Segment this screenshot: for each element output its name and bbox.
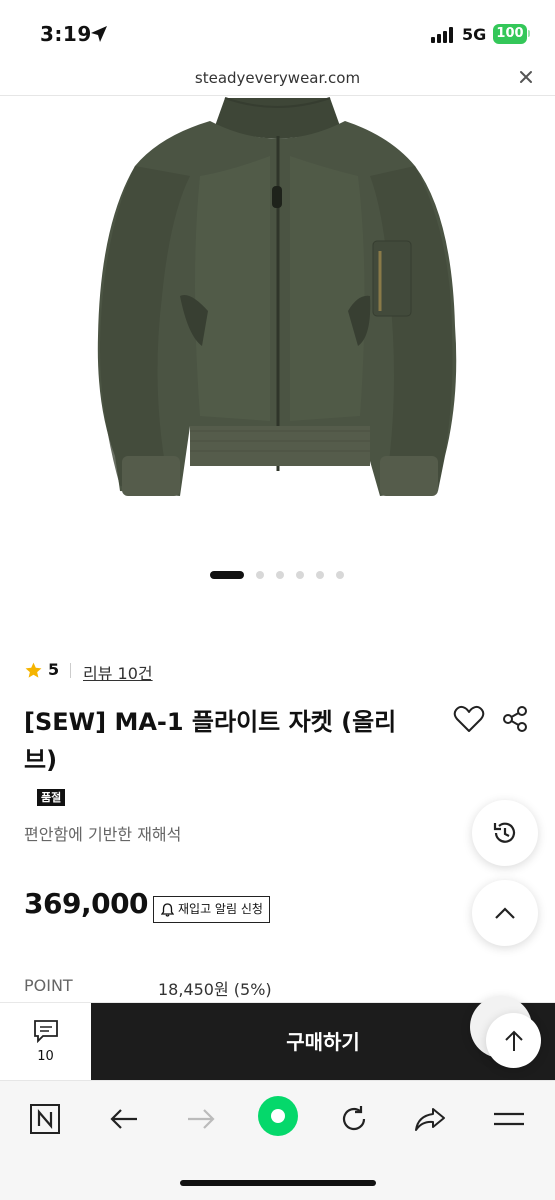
comment-button[interactable]: 10 xyxy=(0,1003,91,1081)
battery-indicator: 100 xyxy=(493,24,527,44)
carousel-pager[interactable] xyxy=(210,570,360,579)
pager-dot[interactable] xyxy=(256,571,264,579)
rating-value: 5 xyxy=(48,660,60,679)
bell-icon xyxy=(161,903,174,917)
history-icon xyxy=(493,822,516,843)
pager-dot[interactable] xyxy=(276,571,284,579)
star-icon xyxy=(25,662,42,678)
home-indicator xyxy=(180,1180,376,1186)
url-bar[interactable]: steadyeverywear.com xyxy=(0,62,555,96)
product-subtitle: 편안함에 기반한 재해석 xyxy=(24,825,182,844)
menu-icon xyxy=(494,1112,524,1126)
refresh-icon xyxy=(342,1106,366,1131)
url-text[interactable]: steadyeverywear.com xyxy=(0,69,555,87)
product-image[interactable] xyxy=(40,96,515,526)
soldout-badge: 품절 xyxy=(37,789,66,806)
restock-alert-button[interactable]: 재입고 알림 신청 xyxy=(153,896,270,923)
comment-icon xyxy=(34,1020,58,1043)
divider xyxy=(70,663,71,678)
network-type: 5G xyxy=(462,25,487,44)
scroll-top-button[interactable] xyxy=(486,1013,541,1068)
arrow-up-icon xyxy=(504,1030,523,1051)
point-value: 18,450원 (5%) xyxy=(158,980,272,999)
pager-dot[interactable] xyxy=(296,571,304,579)
pager-dot[interactable] xyxy=(336,571,344,579)
heart-icon[interactable] xyxy=(453,704,485,734)
share-arrow-icon xyxy=(415,1108,445,1131)
status-time: 3:19 xyxy=(40,22,92,46)
green-dot-icon xyxy=(258,1096,298,1136)
menu-button[interactable] xyxy=(489,1099,529,1139)
product-price: 369,000 xyxy=(24,887,149,920)
share-page-button[interactable] xyxy=(410,1099,450,1139)
close-icon[interactable] xyxy=(516,67,536,87)
refresh-button[interactable] xyxy=(334,1099,374,1139)
naver-n-icon xyxy=(30,1104,60,1134)
comment-count: 10 xyxy=(37,1049,54,1064)
battery-nub xyxy=(528,30,530,37)
point-label: POINT xyxy=(24,976,73,995)
recent-history-button[interactable] xyxy=(472,800,538,866)
signal-icon xyxy=(431,27,457,43)
status-bar: 3:19 5G 100 xyxy=(0,0,555,66)
back-button[interactable] xyxy=(104,1099,144,1139)
green-dot-button[interactable] xyxy=(257,1095,299,1137)
share-icon[interactable] xyxy=(500,704,530,734)
pager-dot-active[interactable] xyxy=(210,571,244,579)
pager-dot[interactable] xyxy=(316,571,324,579)
chevron-up-icon xyxy=(495,907,515,919)
forward-button[interactable] xyxy=(181,1099,221,1139)
location-arrow-icon xyxy=(91,26,107,42)
naver-home-button[interactable] xyxy=(25,1099,65,1139)
forward-arrow-icon xyxy=(188,1109,215,1129)
scroll-up-button[interactable] xyxy=(472,880,538,946)
restock-label: 재입고 알림 신청 xyxy=(178,902,263,916)
product-title: [SEW] MA-1 플라이트 자켓 (올리브) xyxy=(24,708,397,774)
reviews-link[interactable]: 리뷰 10건 xyxy=(83,660,153,684)
back-arrow-icon xyxy=(110,1109,137,1129)
